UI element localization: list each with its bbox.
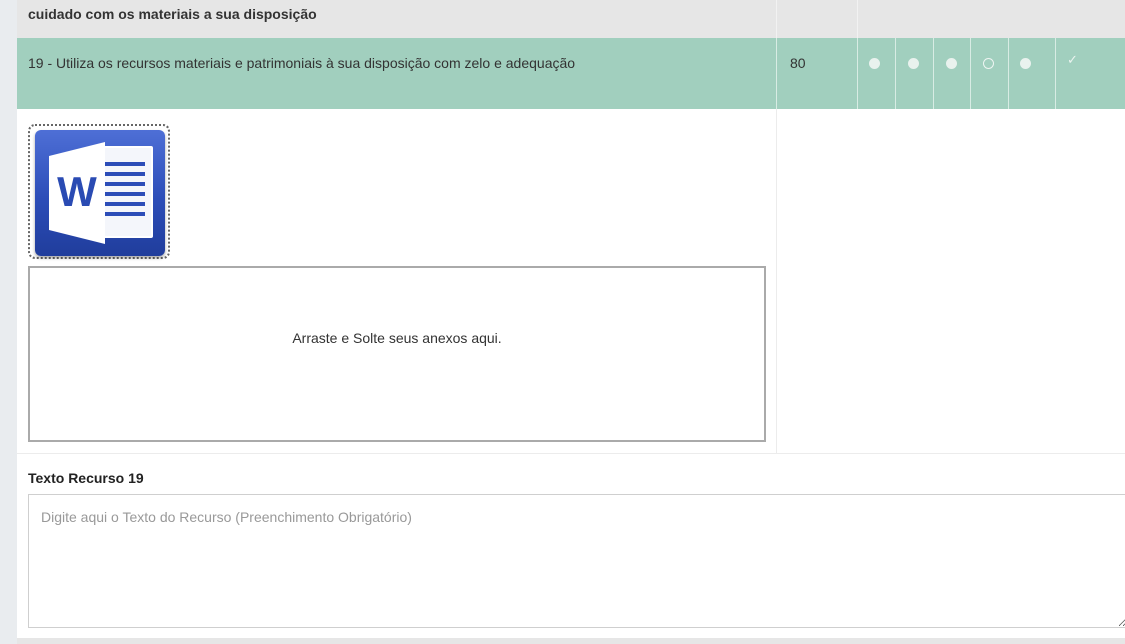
column-divider: [895, 38, 896, 109]
column-divider: [776, 109, 777, 453]
word-icon-letter: W: [57, 168, 97, 215]
recurso-label: Texto Recurso 19: [28, 470, 144, 486]
column-divider: [970, 38, 971, 109]
rating-option-4[interactable]: [983, 58, 994, 69]
column-divider: [1055, 38, 1056, 109]
dropzone-text: Arraste e Solte seus anexos aqui.: [292, 330, 502, 346]
next-section-header: [17, 638, 1125, 644]
rating-option-5[interactable]: [1020, 58, 1031, 69]
section-title: cuidado com os materiais a sua disposiçã…: [28, 6, 317, 22]
rating-option-3[interactable]: [946, 58, 957, 69]
recurso-textarea[interactable]: [28, 494, 1125, 628]
checkmark-icon[interactable]: ✓: [1067, 52, 1078, 68]
attachment-dropzone[interactable]: Arraste e Solte seus anexos aqui.: [28, 266, 766, 442]
column-divider: [776, 0, 777, 38]
column-divider: [933, 38, 934, 109]
item-row: 19 - Utiliza os recursos materiais e pat…: [17, 38, 1125, 109]
rating-option-1[interactable]: [869, 58, 880, 69]
evaluation-panel: cuidado com os materiais a sua disposiçã…: [17, 0, 1125, 644]
divider: [17, 453, 1125, 454]
column-divider: [1008, 38, 1009, 109]
section-header: cuidado com os materiais a sua disposiçã…: [17, 0, 1125, 38]
word-document-icon: W: [35, 130, 165, 256]
word-icon-graphic: W: [49, 142, 153, 244]
column-divider: [857, 38, 858, 109]
column-divider: [776, 38, 777, 109]
attachment-thumbnail[interactable]: W: [28, 124, 170, 259]
item-score: 80: [790, 55, 806, 71]
left-rail: [0, 0, 17, 644]
column-divider: [857, 0, 858, 38]
item-description: 19 - Utiliza os recursos materiais e pat…: [28, 55, 576, 71]
rating-option-2[interactable]: [908, 58, 919, 69]
